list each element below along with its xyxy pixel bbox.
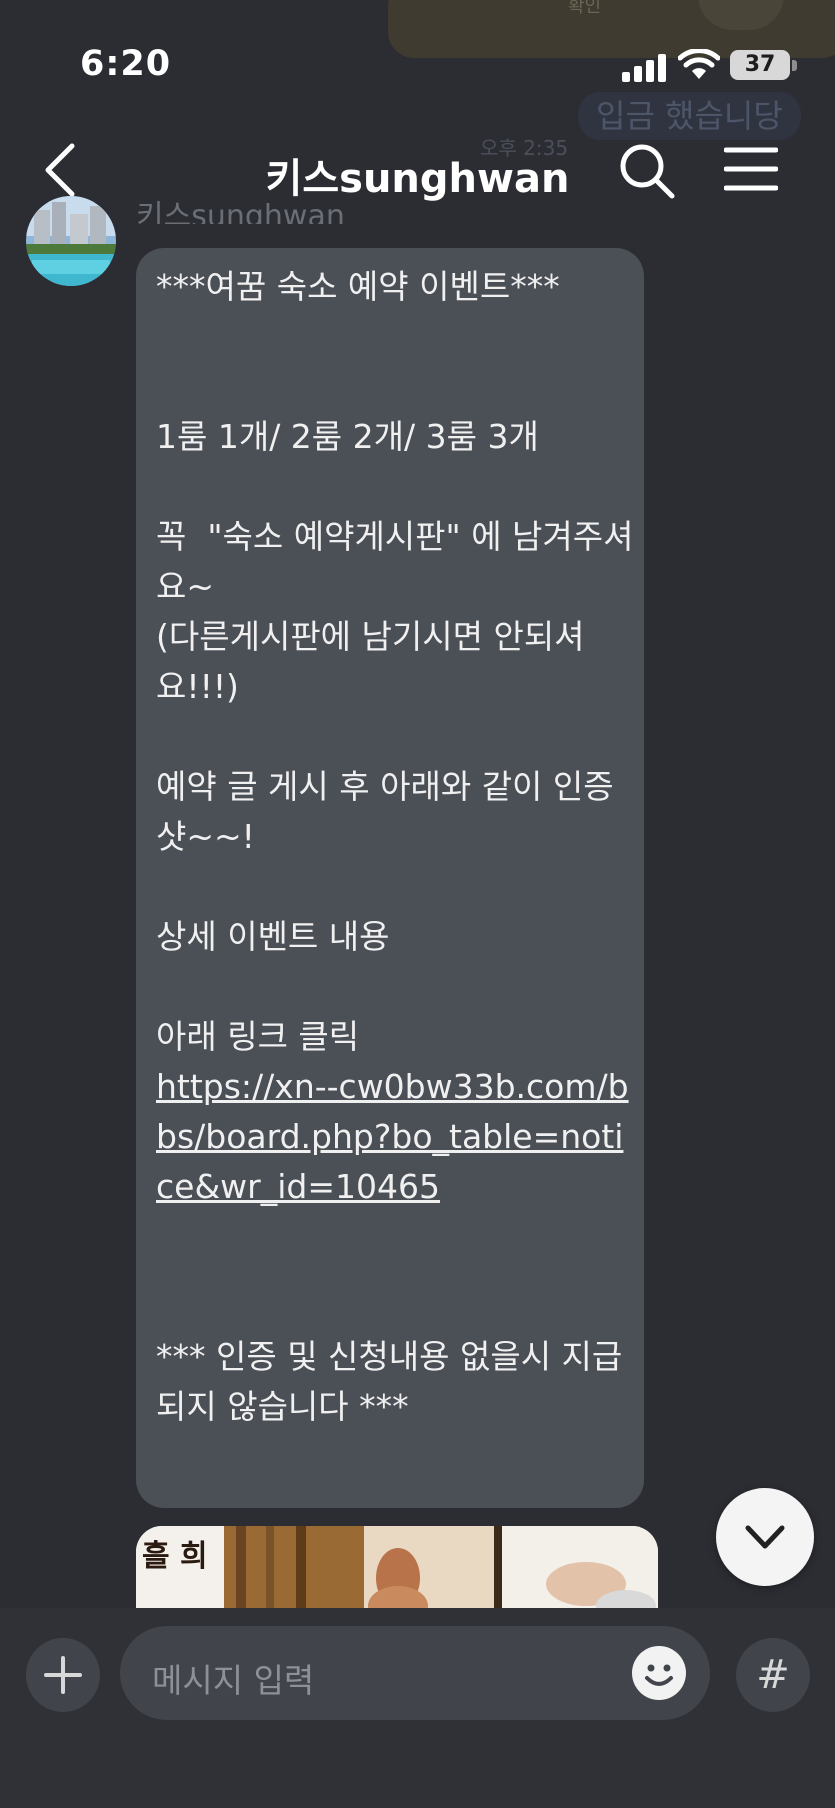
plus-icon[interactable] (26, 1638, 100, 1712)
avatar[interactable] (26, 196, 116, 286)
chat-title: 키스sunghwan (265, 156, 570, 202)
sender-name: 키스sunghwan (136, 199, 345, 224)
battery-tip (792, 60, 797, 71)
message-link[interactable]: https://xn--cw0bw33b.com/bbs/board.php?b… (156, 1062, 636, 1212)
wifi-icon (678, 49, 720, 79)
hash-icon[interactable]: # (736, 1638, 810, 1712)
message-input-placeholder: 메시지 입력 (152, 1661, 315, 1700)
battery-icon: 37 (730, 50, 790, 80)
status-time: 6:20 (80, 44, 172, 84)
message-bubble[interactable]: ***여꿈 숙소 예약 이벤트*** 1룸 1개/ 2룸 2개/ 3룸 3개 꼭… (136, 248, 644, 1508)
signal-icon (622, 54, 666, 82)
message-input[interactable]: 메시지 입력 (120, 1626, 710, 1720)
message-input-bar: 메시지 입력 # (0, 1608, 835, 1808)
menu-icon[interactable] (724, 146, 778, 192)
message-body: ***여꿈 숙소 예약 이벤트*** 1룸 1개/ 2룸 2개/ 3룸 3개 꼭… (156, 267, 634, 1056)
scroll-down-button[interactable] (716, 1488, 814, 1586)
search-icon[interactable] (618, 142, 676, 200)
message-footer: *** 인증 및 신청내용 없을시 지급되지 않습니다 *** (156, 1337, 623, 1426)
status-bar: 6:20 37 (0, 0, 835, 130)
emoji-icon[interactable] (630, 1644, 688, 1702)
svg-text:흘 희: 흘 희 (142, 1539, 208, 1574)
